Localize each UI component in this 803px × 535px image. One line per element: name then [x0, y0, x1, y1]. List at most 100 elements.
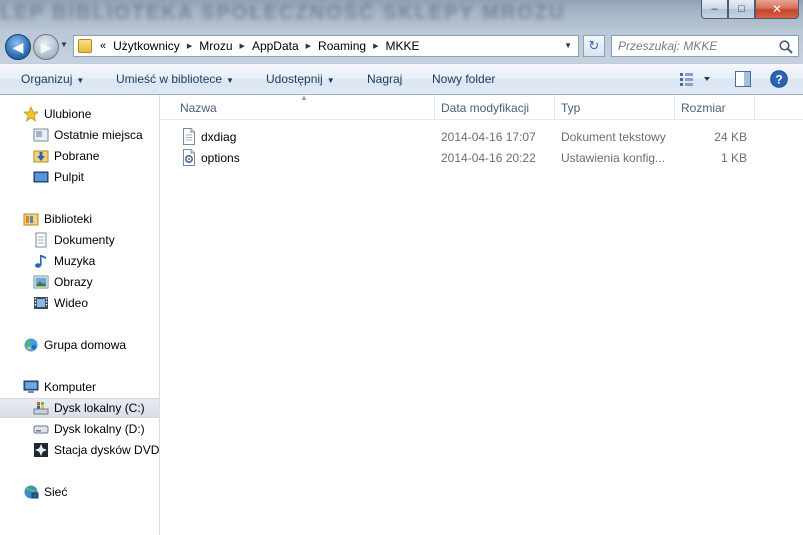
- view-list-icon: [680, 73, 710, 86]
- desktop-icon: [33, 169, 49, 185]
- downloads-folder-icon: [33, 148, 49, 164]
- hard-drive-icon: [33, 421, 49, 437]
- nav-pictures[interactable]: Obrazy: [0, 272, 159, 292]
- nav-disk-c[interactable]: Dysk lokalny (C:): [0, 398, 159, 418]
- forward-button[interactable]: ▶: [33, 34, 59, 60]
- nav-label: Stacja dysków DVD RW (E:): [54, 443, 160, 457]
- nav-video[interactable]: Wideo: [0, 293, 159, 313]
- nav-downloads[interactable]: Pobrane: [0, 146, 159, 166]
- breadcrumb-item[interactable]: Mrozu: [199, 39, 232, 53]
- nav-label: Biblioteki: [44, 212, 93, 226]
- breadcrumb-separator-icon[interactable]: ▶: [187, 42, 192, 50]
- nav-libraries[interactable]: Biblioteki: [0, 209, 159, 229]
- column-header-name[interactable]: ▲ Nazwa: [161, 93, 435, 120]
- breadcrumb-separator-icon[interactable]: ▶: [240, 42, 245, 50]
- arrow-left-icon: ◀: [12, 38, 24, 55]
- breadcrumb-item[interactable]: Roaming: [318, 39, 366, 53]
- breadcrumb-separator-icon[interactable]: ▶: [306, 42, 311, 50]
- maximize-button[interactable]: □: [728, 0, 755, 19]
- nav-label: Grupa domowa: [44, 338, 127, 352]
- text-file-icon: [181, 128, 197, 148]
- libraries-icon: [23, 211, 39, 227]
- column-header-type[interactable]: Typ: [555, 95, 675, 120]
- column-label: Typ: [561, 101, 581, 115]
- nav-documents[interactable]: Dokumenty: [0, 230, 159, 250]
- refresh-button[interactable]: ↻: [583, 35, 605, 57]
- back-button[interactable]: ◀: [5, 34, 31, 60]
- nav-label: Dysk lokalny (D:): [54, 422, 145, 436]
- windows-drive-icon: [33, 400, 49, 416]
- preview-pane-button[interactable]: [735, 71, 751, 90]
- file-type: Dokument tekstowy: [561, 130, 666, 144]
- pictures-icon: [33, 274, 49, 290]
- search-input[interactable]: [618, 39, 778, 53]
- minimize-button[interactable]: –: [701, 0, 728, 19]
- nav-recent-places[interactable]: Ostatnie miejsca: [0, 125, 159, 145]
- nav-favorites[interactable]: Ulubione: [0, 104, 159, 124]
- window-controls: – □ ✕: [701, 0, 799, 19]
- dvd-drive-icon: [33, 442, 49, 458]
- arrow-right-icon: ▶: [40, 38, 52, 55]
- column-label: Rozmiar: [681, 101, 726, 115]
- file-size: 24 KB: [714, 130, 747, 144]
- sort-ascending-icon: ▲: [300, 93, 308, 102]
- recent-pages-dropdown[interactable]: ▼: [60, 40, 68, 49]
- nav-label: Wideo: [54, 296, 89, 310]
- new-folder-button[interactable]: Nowy folder: [432, 72, 495, 86]
- command-bar: Organizuj ▼ Umieść w bibliotece ▼ Udostępn…: [0, 63, 803, 95]
- title-bar: LEP BIBLIOTEKA SPOŁECZNOŚĆ SKLEPY MROZU …: [0, 0, 803, 30]
- breadcrumb-item[interactable]: MKKE: [385, 39, 419, 53]
- file-size: 1 KB: [720, 151, 747, 165]
- nav-label: Ulubione: [44, 107, 92, 121]
- nav-computer[interactable]: Komputer: [0, 377, 159, 397]
- nav-label: Dokumenty: [54, 233, 115, 247]
- include-in-library-button[interactable]: Umieść w bibliotece ▼: [116, 72, 234, 86]
- help-button[interactable]: ?: [770, 70, 788, 91]
- chevron-down-icon: ▼: [76, 76, 85, 85]
- refresh-icon: ↻: [588, 38, 600, 53]
- navigation-pane[interactable]: Ulubione Ostatnie miejsca Pobrane Pulpit…: [0, 95, 160, 535]
- nav-dvd-drive[interactable]: Stacja dysków DVD RW (E:): [0, 440, 160, 460]
- file-modified: 2014-04-16 20:22: [441, 151, 536, 165]
- breadcrumb-separator-icon[interactable]: ▶: [373, 42, 378, 50]
- nav-homegroup[interactable]: Grupa domowa: [0, 335, 159, 355]
- column-header-modified[interactable]: Data modyfikacji: [435, 95, 555, 120]
- breadcrumb-item[interactable]: AppData: [252, 39, 299, 53]
- search-box[interactable]: [611, 35, 799, 57]
- address-dropdown-icon[interactable]: ▼: [564, 41, 572, 50]
- column-header-size[interactable]: Rozmiar: [675, 95, 755, 120]
- burn-button[interactable]: Nagraj: [367, 72, 402, 86]
- nav-label: Pulpit: [54, 170, 85, 184]
- include-in-library-label: Umieść w bibliotece: [116, 72, 223, 86]
- nav-label: Komputer: [44, 380, 97, 394]
- close-button[interactable]: ✕: [755, 0, 799, 19]
- nav-music[interactable]: Muzyka: [0, 251, 159, 271]
- view-options-button[interactable]: [680, 72, 710, 89]
- help-icon: ?: [770, 70, 788, 88]
- new-folder-label: Nowy folder: [432, 72, 496, 86]
- file-name: dxdiag: [201, 130, 237, 144]
- video-icon: [33, 295, 49, 311]
- file-row[interactable]: options 2014-04-16 20:22 Ustawienia konf…: [161, 147, 803, 168]
- organize-menu-button[interactable]: Organizuj ▼: [21, 72, 84, 86]
- folder-icon: [78, 39, 92, 53]
- address-bar[interactable]: « Użytkownicy ▶ Mrozu ▶ AppData ▶ Roamin…: [73, 35, 579, 57]
- breadcrumb: « Użytkownicy ▶ Mrozu ▶ AppData ▶ Roamin…: [100, 39, 419, 53]
- nav-label: Obrazy: [54, 275, 93, 289]
- config-file-icon: [181, 149, 197, 169]
- file-name: options: [201, 151, 240, 165]
- breadcrumb-item[interactable]: Użytkownicy: [113, 39, 180, 53]
- preview-pane-icon: [735, 71, 751, 87]
- file-list[interactable]: ▲ Nazwa Data modyfikacji Typ Rozmiar dxd…: [161, 93, 803, 535]
- nav-disk-d[interactable]: Dysk lokalny (D:): [0, 419, 159, 439]
- nav-network[interactable]: Sieć: [0, 482, 159, 502]
- nav-desktop[interactable]: Pulpit: [0, 167, 159, 187]
- search-icon[interactable]: [778, 39, 794, 55]
- share-button[interactable]: Udostępnij ▼: [266, 72, 335, 86]
- breadcrumb-overflow[interactable]: «: [100, 40, 106, 52]
- file-type: Ustawienia konfig...: [561, 151, 666, 165]
- blurred-window-title: LEP BIBLIOTEKA SPOŁECZNOŚĆ SKLEPY MROZU: [0, 2, 566, 24]
- file-row[interactable]: dxdiag 2014-04-16 17:07 Dokument tekstow…: [161, 126, 803, 147]
- homegroup-icon: [23, 337, 39, 353]
- nav-label: Ostatnie miejsca: [54, 128, 143, 142]
